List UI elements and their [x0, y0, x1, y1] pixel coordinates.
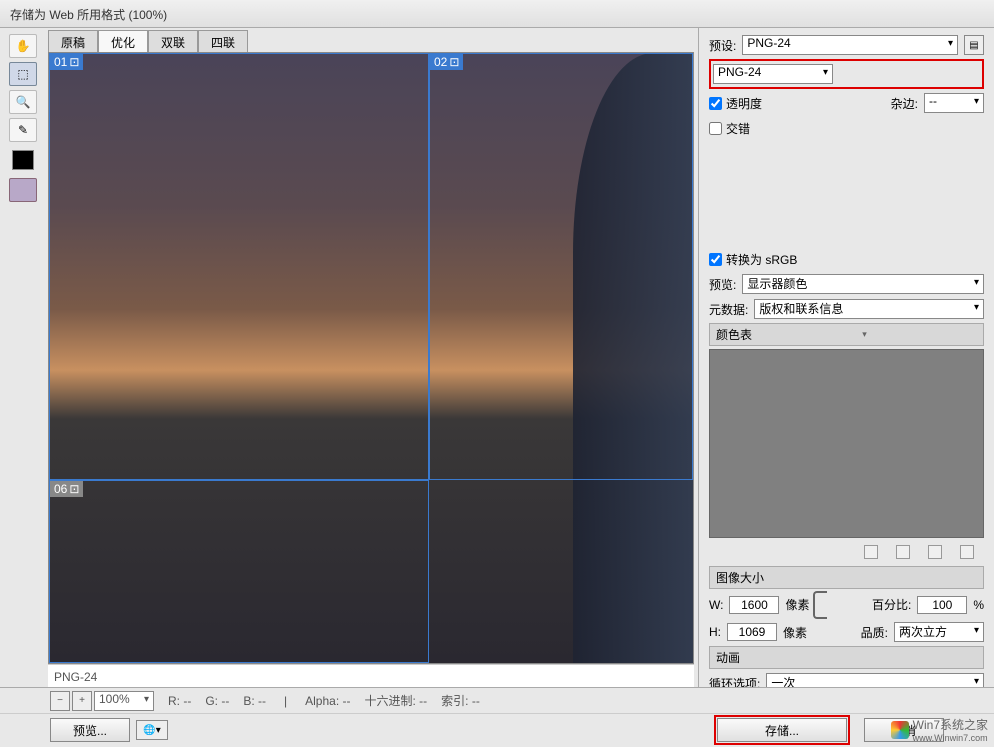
color-lock-icon[interactable] — [864, 545, 878, 559]
link-dimensions-icon[interactable] — [813, 591, 827, 619]
color-shift-icon[interactable] — [896, 545, 910, 559]
info-format: PNG-24 — [54, 669, 688, 685]
transparency-label: 透明度 — [726, 95, 762, 112]
preset-menu-icon[interactable]: ▤ — [964, 35, 984, 55]
color-table-menu-icon[interactable]: ▾ — [862, 329, 867, 340]
zoom-tool[interactable]: 🔍 — [9, 90, 37, 114]
resample-dropdown[interactable]: 两次立方 — [894, 622, 984, 642]
color-add-icon[interactable] — [928, 545, 942, 559]
percent-sign: % — [973, 598, 984, 612]
status-hex: 十六进制: -- — [364, 692, 427, 709]
srgb-label: 转换为 sRGB — [726, 251, 797, 268]
eyedropper-tool[interactable]: ✎ — [9, 118, 37, 142]
browser-preview-icon[interactable]: 🌐▾ — [136, 720, 168, 740]
transparency-checkbox[interactable] — [709, 97, 722, 110]
tab-optimized[interactable]: 优化 — [98, 30, 148, 52]
color-table[interactable] — [709, 349, 984, 537]
slice-tag: 02⊡ — [430, 54, 463, 70]
format-dropdown[interactable]: PNG-24 — [713, 64, 833, 84]
interlace-label: 交错 — [726, 120, 750, 137]
metadata-label: 元数据: — [709, 301, 748, 318]
preset-label: 预设: — [709, 37, 736, 54]
tool-column: ✋ ⬚ 🔍 ✎ — [0, 28, 46, 721]
window-title: 存储为 Web 所用格式 (100%) — [0, 0, 994, 28]
slice-visibility-toggle[interactable] — [9, 178, 37, 202]
metadata-dropdown[interactable]: 版权和联系信息 — [754, 299, 984, 319]
status-g: G: -- — [205, 694, 229, 708]
settings-panel: 预设: PNG-24 ▤ PNG-24 透明度 杂边: -- 交错 转换为 sR… — [698, 28, 994, 721]
preview-profile-dropdown[interactable]: 显示器颜色 — [742, 274, 984, 294]
status-index: 索引: -- — [441, 692, 480, 709]
watermark: Win7系统之家 www.Winwin7.com — [891, 716, 988, 743]
width-label: W: — [709, 598, 723, 612]
matte-dropdown[interactable]: -- — [924, 93, 984, 113]
preview-tabs: 原稿 优化 双联 四联 — [48, 30, 694, 52]
height-input[interactable] — [727, 623, 777, 641]
slice-02[interactable]: 02⊡ — [429, 53, 693, 480]
height-label: H: — [709, 625, 721, 639]
width-input[interactable] — [729, 596, 779, 614]
watermark-logo-icon — [891, 721, 909, 739]
zoom-in-button[interactable]: + — [72, 691, 92, 711]
zoom-out-button[interactable]: − — [50, 691, 70, 711]
quality-label: 品质: — [861, 624, 888, 641]
status-b: B: -- — [243, 694, 266, 708]
srgb-checkbox[interactable] — [709, 253, 722, 266]
image-size-header[interactable]: 图像大小 — [709, 566, 984, 589]
matte-label: 杂边: — [891, 95, 918, 112]
animation-header[interactable]: 动画 — [709, 646, 984, 669]
slice-06[interactable]: 06⊡ — [49, 480, 429, 663]
slice-select-tool[interactable]: ⬚ — [9, 62, 37, 86]
status-r: R: -- — [168, 694, 191, 708]
hand-tool[interactable]: ✋ — [9, 34, 37, 58]
status-alpha: Alpha: -- — [305, 694, 350, 708]
preview-profile-label: 预览: — [709, 276, 736, 293]
preset-dropdown[interactable]: PNG-24 — [742, 35, 958, 55]
percent-input[interactable] — [917, 596, 967, 614]
color-delete-icon[interactable] — [960, 545, 974, 559]
percent-label: 百分比: — [872, 596, 911, 613]
preview-button[interactable]: 预览... — [50, 718, 130, 742]
interlace-checkbox[interactable] — [709, 122, 722, 135]
tab-original[interactable]: 原稿 — [48, 30, 98, 52]
bottom-bar: − + 100% R: -- G: -- B: -- | Alpha: -- 十… — [0, 687, 994, 747]
slice-tag: 01⊡ — [50, 54, 83, 70]
slice-01[interactable]: 01⊡ — [49, 53, 429, 480]
zoom-dropdown[interactable]: 100% — [94, 691, 154, 711]
px-label-2: 像素 — [783, 624, 807, 641]
save-button[interactable]: 存储... — [717, 718, 847, 742]
preview-canvas[interactable]: 01⊡ 02⊡ 06⊡ — [48, 52, 694, 664]
tab-4up[interactable]: 四联 — [198, 30, 248, 52]
slice-tag: 06⊡ — [50, 481, 83, 497]
tab-2up[interactable]: 双联 — [148, 30, 198, 52]
foreground-swatch[interactable] — [12, 150, 34, 170]
color-table-header[interactable]: 颜色表 ▾ — [709, 323, 984, 346]
px-label-1: 像素 — [785, 596, 809, 613]
